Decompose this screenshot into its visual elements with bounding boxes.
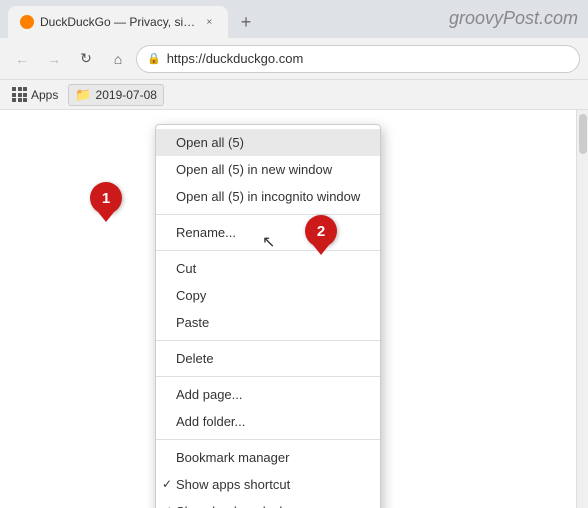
menu-item-add-page[interactable]: Add page... (156, 381, 380, 408)
menu-divider (156, 376, 380, 377)
menu-item-show-apps-shortcut[interactable]: Show apps shortcut (156, 471, 380, 498)
lock-icon: 🔒 (147, 52, 161, 65)
watermark: groovyPost.com (449, 8, 578, 29)
forward-icon: → (47, 51, 61, 67)
menu-divider (156, 340, 380, 341)
menu-item-rename[interactable]: Rename... (156, 219, 380, 246)
badge-2-label: 2 (317, 223, 325, 240)
apps-button[interactable]: Apps (8, 85, 62, 104)
menu-item-bookmark-manager[interactable]: Bookmark manager (156, 444, 380, 471)
annotation-badge-2: 2 (305, 215, 337, 247)
menu-divider (156, 250, 380, 251)
menu-item-delete[interactable]: Delete (156, 345, 380, 372)
scrollbar[interactable] (576, 110, 588, 508)
forward-button[interactable]: → (40, 45, 68, 73)
tab-title: DuckDuckGo — Privacy, simplifie... (40, 15, 197, 29)
tab-favicon (20, 15, 34, 29)
address-bar[interactable]: 🔒 https://duckduckgo.com (136, 45, 580, 73)
home-button[interactable]: ⌂ (104, 45, 132, 73)
menu-item-copy[interactable]: Copy (156, 282, 380, 309)
tab-close-button[interactable]: × (203, 14, 216, 30)
tab-bar: DuckDuckGo — Privacy, simplifie... × + g… (0, 0, 588, 38)
menu-divider (156, 439, 380, 440)
refresh-button[interactable]: ↻ (72, 45, 100, 73)
menu-item-open-all-incognito[interactable]: Open all (5) in incognito window (156, 183, 380, 210)
refresh-icon: ↻ (80, 50, 92, 67)
context-menu: Open all (5)Open all (5) in new windowOp… (155, 124, 381, 508)
browser-window: DuckDuckGo — Privacy, simplifie... × + g… (0, 0, 588, 508)
menu-item-show-bookmarks-bar[interactable]: Show bookmarks bar (156, 498, 380, 508)
home-icon: ⌂ (114, 51, 122, 67)
menu-item-paste[interactable]: Paste (156, 309, 380, 336)
menu-item-open-all[interactable]: Open all (5) (156, 129, 380, 156)
content-area: Open all (5)Open all (5) in new windowOp… (0, 110, 588, 508)
apps-grid-icon (12, 87, 27, 102)
apps-label: Apps (31, 88, 58, 102)
scrollbar-thumb[interactable] (579, 114, 587, 154)
url-text: https://duckduckgo.com (167, 51, 304, 66)
new-tab-button[interactable]: + (232, 8, 260, 36)
badge-2-shape: 2 (305, 215, 337, 247)
badge-1-shape: 1 (90, 182, 122, 214)
folder-name: 2019-07-08 (96, 88, 157, 102)
menu-divider (156, 214, 380, 215)
back-icon: ← (15, 51, 29, 67)
menu-item-open-all-new-window[interactable]: Open all (5) in new window (156, 156, 380, 183)
bookmarks-bar: Apps 📁 2019-07-08 (0, 80, 588, 110)
menu-item-add-folder[interactable]: Add folder... (156, 408, 380, 435)
folder-icon: 📁 (75, 87, 91, 103)
active-tab[interactable]: DuckDuckGo — Privacy, simplifie... × (8, 6, 228, 38)
nav-bar: ← → ↻ ⌂ 🔒 https://duckduckgo.com (0, 38, 588, 80)
annotation-badge-1: 1 (90, 182, 122, 214)
menu-item-cut[interactable]: Cut (156, 255, 380, 282)
badge-1-label: 1 (102, 190, 110, 207)
bookmark-folder[interactable]: 📁 2019-07-08 (68, 84, 164, 106)
back-button[interactable]: ← (8, 45, 36, 73)
